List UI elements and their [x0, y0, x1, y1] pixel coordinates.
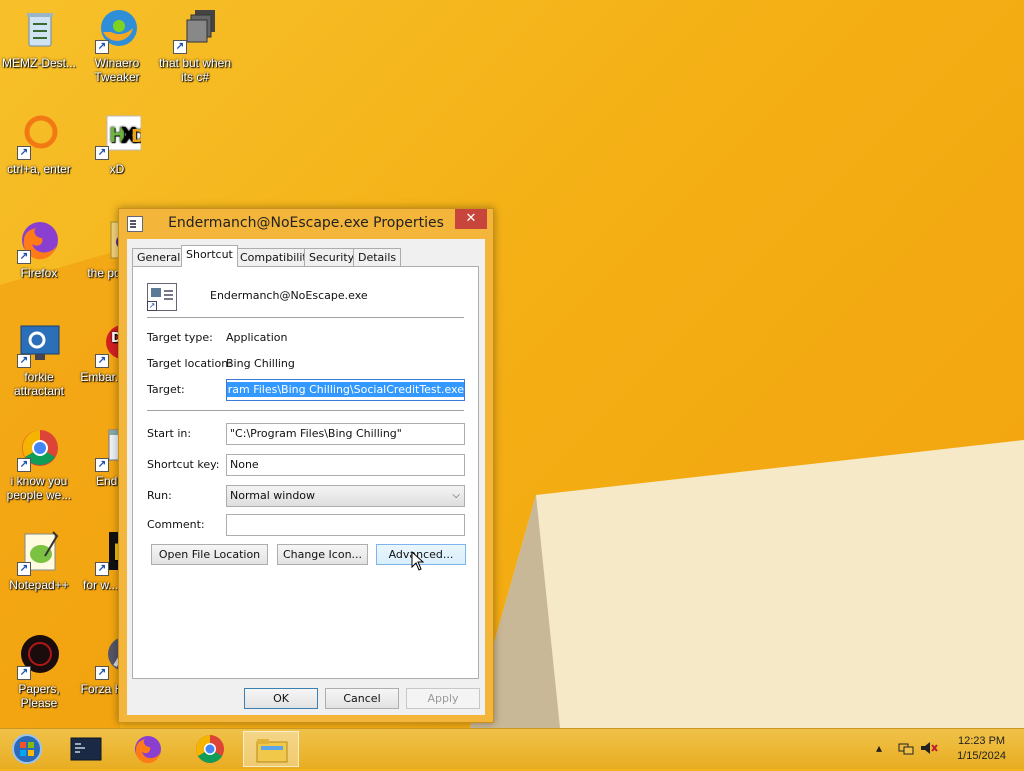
mouse-cursor-icon [411, 551, 425, 571]
desktop-icon-label: that but when its c# [158, 56, 232, 84]
desktop-icon-label: xD [109, 162, 125, 176]
shortcut-arrow-icon: ↗ [173, 40, 187, 54]
tab-general[interactable]: General [132, 248, 186, 266]
desktop-icon-that-but[interactable]: ↗ that but when its c# [156, 6, 234, 84]
desktop-icon-label: i know you people we... [6, 474, 72, 502]
terminal-app[interactable] [58, 731, 114, 767]
chrome-icon: ↗ [15, 424, 63, 472]
desktop-icon-papers-please[interactable]: ↗ Papers, Please [0, 632, 78, 710]
comment-input[interactable] [226, 514, 465, 536]
shortcut-arrow-icon: ↗ [17, 146, 31, 160]
shortcut-arrow-icon: ↗ [17, 354, 31, 368]
apply-button[interactable]: Apply [406, 688, 480, 709]
svg-text:D: D [131, 126, 141, 147]
file-explorer-app[interactable] [243, 731, 299, 767]
papers-please-icon: ↗ [15, 632, 63, 680]
run-select-value: Normal window [230, 489, 316, 502]
taskbar: ▴ 12:23 PM 1/15/2024 [0, 728, 1024, 769]
shortcut-arrow-icon: ↗ [17, 250, 31, 264]
tab-security[interactable]: Security [304, 248, 360, 266]
clock-time: 12:23 PM [957, 735, 1006, 747]
file-icon: ↗ [147, 283, 177, 311]
chevron-down-icon: ⌵ [452, 490, 460, 501]
firefox-app[interactable] [120, 731, 176, 767]
shortcut-arrow-icon: ↗ [95, 40, 109, 54]
ok-button[interactable]: OK [244, 688, 318, 709]
target-label: Target: [147, 383, 185, 396]
desktop-icon-label: MEMZ-Dest... [2, 56, 76, 70]
target-type-label: Target type: [147, 331, 213, 344]
volume-muted-icon[interactable] [920, 741, 938, 758]
desktop-icon-label: forkie attractant [13, 370, 65, 398]
hxd-icon: HXD ↗ [93, 112, 146, 160]
start-in-input[interactable]: "C:\Program Files\Bing Chilling" [226, 423, 465, 445]
start-in-label: Start in: [147, 427, 192, 440]
notepadpp-icon: ↗ [15, 528, 63, 576]
chrome-app[interactable] [182, 731, 238, 767]
change-icon-button[interactable]: Change Icon... [277, 544, 368, 565]
target-input-selection: Program Files\Bing Chilling\SocialCredit… [227, 382, 464, 397]
desktop-icon-notepadpp[interactable]: ↗ Notepad++ [0, 528, 78, 592]
desktop-icon-xd[interactable]: HXD ↗ xD [78, 112, 156, 176]
desktop-icon-winaero[interactable]: ↗ Winaero Tweaker [78, 6, 156, 84]
comment-label: Comment: [147, 518, 205, 531]
desktop-icon-firefox[interactable]: ↗ Firefox [0, 216, 78, 280]
desktop-icon-memz[interactable]: MEMZ-Dest... [0, 6, 78, 70]
divider [147, 317, 464, 319]
ring-icon: ↗ [15, 112, 63, 160]
show-hidden-icons[interactable]: ▴ [876, 741, 882, 755]
desktop-icon-chrome[interactable]: ↗ i know you people we... [0, 424, 78, 502]
network-icon[interactable] [898, 741, 914, 758]
winaero-icon: ↗ [93, 6, 141, 54]
target-location-label: Target location: [147, 357, 232, 370]
firefox-icon: ↗ [15, 216, 63, 264]
desktop-icon-label: ctrl+a, enter [7, 162, 71, 176]
shortcut-arrow-icon: ↗ [17, 458, 31, 472]
recycle-bin-icon [15, 6, 63, 54]
target-input[interactable]: Program Files\Bing Chilling\SocialCredit… [226, 379, 465, 401]
divider [147, 410, 464, 412]
tab-shortcut[interactable]: Shortcut [181, 245, 238, 267]
shortcut-arrow-icon: ↗ [95, 458, 109, 472]
run-select[interactable]: Normal window ⌵ [226, 485, 465, 507]
start-button[interactable] [0, 731, 56, 767]
target-location-value: Bing Chilling [226, 357, 295, 370]
open-file-location-button[interactable]: Open File Location [151, 544, 268, 565]
shortcut-key-label: Shortcut key: [147, 458, 220, 471]
shortcut-arrow-icon: ↗ [95, 146, 109, 160]
desktop-icon-forkie[interactable]: ↗ forkie attractant [0, 320, 78, 398]
properties-dialog: Endermanch@NoEscape.exe Properties ✕ Gen… [118, 208, 494, 723]
monitor-gear-icon: ↗ [15, 320, 63, 368]
tab-details[interactable]: Details [353, 248, 402, 266]
shortcut-arrow-icon: ↗ [17, 666, 31, 680]
shortcut-arrow-icon: ↗ [95, 666, 109, 680]
desktop-icon-label: Winaero Tweaker [94, 56, 140, 84]
clock[interactable]: 12:23 PM 1/15/2024 [957, 734, 1006, 764]
dialog-client-area: General Shortcut Compatibility Security … [127, 239, 485, 715]
close-button[interactable]: ✕ [455, 209, 487, 229]
desktop-icon-label: Notepad++ [9, 578, 69, 592]
cancel-button[interactable]: Cancel [325, 688, 399, 709]
file-name: Endermanch@NoEscape.exe [210, 289, 368, 302]
shortcut-key-input[interactable]: None [226, 454, 465, 476]
shortcut-arrow-icon: ↗ [17, 562, 31, 576]
shortcut-tab-panel: ↗ Endermanch@NoEscape.exe Target type: A… [132, 266, 479, 679]
dialog-titlebar[interactable]: Endermanch@NoEscape.exe Properties ✕ [119, 209, 493, 239]
clock-date: 1/15/2024 [957, 750, 1006, 762]
dialog-title: Endermanch@NoEscape.exe Properties [168, 215, 444, 231]
shortcut-arrow-icon: ↗ [95, 562, 109, 576]
target-type-value: Application [226, 331, 288, 344]
shortcut-arrow-icon: ↗ [95, 354, 109, 368]
stack-icon: ↗ [171, 6, 219, 54]
desktop-icon-label: Papers, Please [18, 682, 60, 710]
desktop-icon-label: Firefox [20, 266, 58, 280]
desktop-icon-ctrl-a[interactable]: ↗ ctrl+a, enter [0, 112, 78, 176]
run-label: Run: [147, 489, 172, 502]
